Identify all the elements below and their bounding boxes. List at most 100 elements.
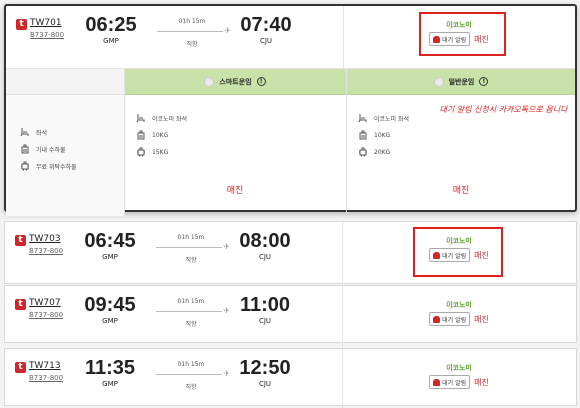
arrival-time: 07:40: [240, 14, 292, 36]
duration: 01h 15m: [177, 298, 205, 305]
arrival-airport: CJU: [258, 380, 272, 388]
seat-icon: [20, 127, 30, 137]
aircraft-link[interactable]: B737-800: [29, 374, 63, 382]
airline-logo-icon: t: [15, 235, 26, 246]
arrival-time: 11:00: [239, 294, 291, 316]
cabin-bag-icon: [358, 130, 368, 140]
departure-airport: GMP: [102, 380, 118, 388]
duration-block: 01h 15m ✈ 직항: [152, 234, 230, 264]
fare-header-smart[interactable]: 스마트운임 !: [124, 69, 346, 95]
alert-row: 대기 알림 매진: [342, 312, 576, 326]
alert-row: 대기 알림 매진: [342, 375, 576, 389]
departure: 06:25 GMP: [76, 14, 146, 45]
departure: 09:45 GMP: [75, 294, 145, 325]
departure-time: 11:35: [84, 357, 136, 379]
flight-number-link[interactable]: TW703: [29, 234, 61, 244]
luggage-icon: [136, 147, 146, 157]
flight-card-tw703[interactable]: t TW703 B737-800 06:45 GMP 01h 15m ✈ 직항 …: [4, 221, 577, 284]
info-icon[interactable]: !: [256, 77, 266, 86]
arrival-airport: CJU: [258, 253, 272, 261]
aircraft-link[interactable]: B737-800: [30, 31, 64, 39]
waitlist-alert-button[interactable]: 대기 알림: [429, 312, 471, 326]
arrival-time: 12:50: [239, 357, 291, 379]
duration-block: 01h 15m ✈ 직항: [152, 298, 230, 328]
sold-out-label: 매진: [474, 314, 489, 324]
highlight-box: [413, 227, 503, 277]
standard-cabin-bag: 10KG: [358, 130, 390, 140]
alert-label: 대기 알림: [442, 379, 467, 387]
route-line: ✈: [152, 369, 230, 379]
flight-row[interactable]: t TW701 B737-800 06:25 GMP 01h 15m ✈ 직항 …: [6, 6, 575, 68]
standard-checked-bag: 20KG: [358, 147, 390, 157]
luggage-icon: [358, 147, 368, 157]
smart-seat: 이코노미 좌석: [136, 113, 187, 123]
flight-row[interactable]: t TW703 B737-800 06:45 GMP 01h 15m ✈ 직항 …: [5, 222, 576, 284]
highlight-box: [419, 12, 506, 56]
duration: 01h 15m: [177, 234, 205, 241]
label-cabin-bag: 기내 수하물: [20, 144, 66, 154]
bell-icon: [433, 378, 441, 386]
arrival: 12:50 CJU: [230, 357, 300, 388]
alert-label: 대기 알림: [442, 316, 467, 324]
flight-number-link[interactable]: TW713: [29, 361, 61, 371]
arrival-airport: CJU: [258, 317, 272, 325]
label-seat: 좌석: [20, 127, 47, 137]
bell-icon: [433, 315, 441, 323]
arrival-airport: CJU: [259, 37, 273, 45]
waitlist-alert-button[interactable]: 대기 알림: [429, 375, 471, 389]
seat-icon: [136, 113, 146, 123]
fare-class-label: 이코노미: [446, 364, 472, 372]
route-line: ✈: [152, 306, 230, 316]
standard-seat: 이코노미 좌석: [358, 113, 409, 123]
cabin-bag-icon: [136, 130, 146, 140]
aircraft-link[interactable]: B737-800: [29, 247, 63, 255]
flight-card-tw713[interactable]: t TW713 B737-800 11:35 GMP 01h 15m ✈ 직항 …: [4, 348, 577, 408]
sold-out-label: 매진: [474, 377, 489, 387]
route-line: ✈: [152, 242, 230, 252]
cabin-bag-icon: [20, 144, 30, 154]
departure-airport: GMP: [102, 253, 118, 261]
flight-type: 직항: [185, 384, 197, 391]
departure: 11:35 GMP: [75, 357, 145, 388]
duration: 01h 15m: [178, 18, 206, 25]
flight-number-link[interactable]: TW701: [30, 18, 62, 28]
airplane-icon: ✈: [223, 369, 230, 378]
detail-header-blank: [6, 69, 124, 95]
departure-time: 06:25: [85, 14, 137, 36]
departure: 06:45 GMP: [75, 230, 145, 261]
info-icon[interactable]: !: [479, 77, 489, 86]
departure-airport: GMP: [102, 317, 118, 325]
fare-header-standard[interactable]: 일반운임 !: [347, 69, 575, 95]
airline-logo-icon: t: [16, 19, 27, 30]
arrival: 07:40 CJU: [231, 14, 301, 45]
radio-standard[interactable]: [433, 76, 444, 87]
flight-row[interactable]: t TW707 B737-800 09:45 GMP 01h 15m ✈ 직항 …: [5, 286, 576, 348]
flight-type: 직항: [186, 41, 198, 48]
departure-airport: GMP: [103, 37, 119, 45]
flight-type: 직항: [185, 257, 197, 264]
seat-icon: [358, 113, 368, 123]
duration-block: 01h 15m ✈ 직항: [152, 361, 230, 391]
flight-card-tw707[interactable]: t TW707 B737-800 09:45 GMP 01h 15m ✈ 직항 …: [4, 285, 577, 348]
departure-time: 09:45: [84, 294, 136, 316]
arrival-time: 08:00: [239, 230, 291, 252]
aircraft-link[interactable]: B737-800: [29, 311, 63, 319]
smart-cabin-bag: 10KG: [136, 130, 168, 140]
standard-sold-out: 매진: [452, 186, 470, 196]
smart-sold-out: 매진: [226, 186, 244, 196]
duration-block: 01h 15m ✈ 직항: [153, 18, 231, 48]
airplane-icon: ✈: [224, 26, 231, 35]
flight-number-link[interactable]: TW707: [29, 298, 61, 308]
airplane-icon: ✈: [223, 242, 230, 251]
duration: 01h 15m: [177, 361, 205, 368]
annotation-note: 대기 알림 신청시 카카오톡으로 옵니다: [439, 105, 568, 114]
luggage-icon: [20, 161, 30, 171]
arrival: 11:00 CJU: [230, 294, 300, 325]
fare-column: 이코노미 대기 알림 매진: [342, 349, 576, 408]
radio-smart[interactable]: [204, 76, 215, 87]
fare-detail-panel: 좌석 기내 수하물 무료 위탁수하물 스마트운임 ! 일반운임 ! 이코노미 좌…: [6, 68, 575, 216]
airline-logo-icon: t: [15, 299, 26, 310]
flight-row[interactable]: t TW713 B737-800 11:35 GMP 01h 15m ✈ 직항 …: [5, 349, 576, 408]
flight-type: 직항: [185, 321, 197, 328]
airplane-icon: ✈: [223, 306, 230, 315]
